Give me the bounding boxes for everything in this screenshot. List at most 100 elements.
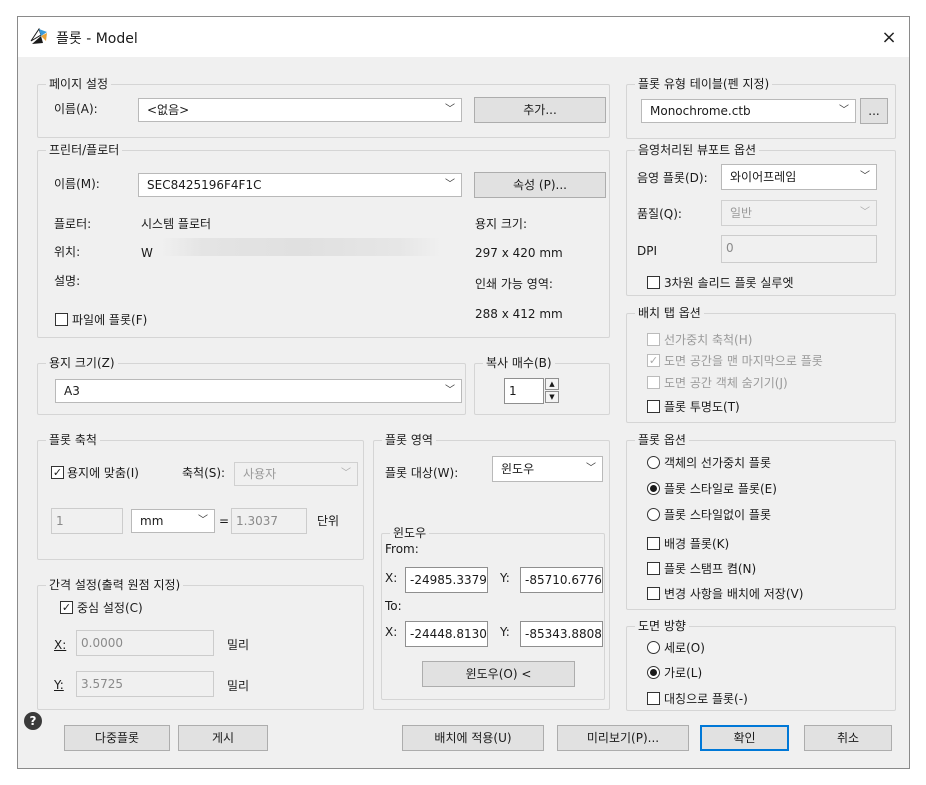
background-plot-checkbox[interactable] [647, 537, 660, 550]
scale-num-input[interactable]: 1 [51, 508, 123, 534]
printer-properties-button[interactable]: 속성 (P)... [474, 172, 606, 198]
shade-plot-value: 와이어프레임 [730, 170, 797, 184]
plot-style-table-select[interactable]: Monochrome.ctb ﹀ [641, 99, 856, 123]
cancel-button[interactable]: 취소 [804, 725, 892, 751]
paper-size-info-value: 297 x 420 mm [475, 246, 563, 260]
from-label: From: [385, 542, 419, 556]
ok-button[interactable]: 확인 [700, 725, 789, 751]
save-changes-checkbox[interactable] [647, 587, 660, 600]
portrait-label: 세로(O) [664, 641, 705, 655]
plot-style-edit-button[interactable]: ... [860, 98, 888, 124]
to-x-input[interactable]: -24448.8130 [405, 621, 488, 647]
landscape-radio[interactable] [647, 666, 660, 679]
hide-paperspace-checkbox[interactable] [647, 376, 660, 389]
copies-down-arrow-icon[interactable]: ▼ [545, 391, 559, 403]
scale-unit-select[interactable]: mm ﹀ [131, 509, 215, 533]
publish-button[interactable]: 게시 [178, 725, 268, 751]
transparency-checkbox[interactable] [647, 400, 660, 413]
preview-button[interactable]: 미리보기(P)... [557, 725, 689, 751]
page-setup-name-label: 이름(A): [54, 102, 98, 116]
printer-name-value: SEC8425196F4F1C [147, 178, 262, 192]
scale-denom-input[interactable]: 1.3037 [231, 508, 307, 534]
orientation-title: 도면 방향 [635, 619, 689, 633]
paper-size-info-label: 용지 크기: [475, 217, 528, 231]
lineweights-radio[interactable] [647, 456, 660, 469]
page-setup-add-button[interactable]: 추가... [474, 97, 606, 123]
silhouette-checkbox[interactable] [647, 276, 660, 289]
copies-input[interactable]: 1 [504, 378, 544, 404]
page-setup-title: 페이지 설정 [46, 77, 112, 91]
chevron-down-icon: ﹀ [860, 207, 870, 218]
printer-name-select[interactable]: SEC8425196F4F1C ﹀ [138, 173, 462, 197]
offset-y-label: Y: [54, 678, 64, 692]
multiplot-button[interactable]: 다중플롯 [64, 725, 170, 751]
paper-size-select[interactable]: A3 ﹀ [55, 379, 462, 403]
plot-options-title: 플롯 옵션 [635, 433, 689, 447]
window-title: 플롯 - Model [56, 31, 138, 47]
portrait-radio[interactable] [647, 641, 660, 654]
no-plot-styles-radio[interactable] [647, 508, 660, 521]
dpi-input[interactable]: 0 [721, 235, 877, 263]
redacted-location [161, 238, 441, 256]
app-icon [30, 27, 47, 44]
scale-select[interactable]: 사용자 ﹀ [234, 462, 358, 486]
hide-paperspace-label: 도면 공간 객체 숨기기(J) [664, 376, 788, 390]
printer-name-label: 이름(M): [54, 177, 100, 191]
quality-value: 일반 [730, 206, 753, 220]
page-setup-name-value: <없음> [147, 103, 190, 117]
offset-x-unit: 밀리 [227, 638, 250, 652]
to-y-input[interactable]: -85343.8808 [520, 621, 603, 647]
plot-stamp-label: 플롯 스탬프 켬(N) [664, 562, 757, 576]
plot-target-select[interactable]: 윈도우 ﹀ [492, 456, 603, 482]
shade-plot-select[interactable]: 와이어프레임 ﹀ [721, 164, 877, 190]
plotter-value: 시스템 플로터 [141, 217, 212, 231]
plot-stamp-checkbox[interactable] [647, 562, 660, 575]
plot-style-table-title: 플롯 유형 테이블(펜 지정) [635, 77, 773, 91]
offset-x-input[interactable]: 0.0000 [76, 630, 214, 656]
from-x-input[interactable]: -24985.3379 [405, 567, 488, 593]
plot-styles-label: 플롯 스타일로 플롯(E) [664, 482, 777, 496]
paperspace-last-label: 도면 공간을 맨 마지막으로 플롯 [664, 354, 823, 368]
shaded-viewport-title: 음영처리된 뷰포트 옵션 [635, 143, 760, 157]
fit-to-paper-checkbox[interactable]: ✓ [51, 466, 64, 479]
location-value: W [141, 246, 153, 260]
quality-select[interactable]: 일반 ﹀ [721, 200, 877, 226]
printer-title: 프린터/플로터 [46, 143, 123, 157]
chevron-down-icon: ﹀ [586, 463, 596, 474]
close-icon[interactable]: × [873, 21, 905, 53]
window-pick-button[interactable]: 윈도우(O) < [422, 661, 575, 687]
lineweights-label: 객체의 선가중치 플롯 [664, 456, 771, 470]
save-changes-label: 변경 사항을 배치에 저장(V) [664, 587, 804, 601]
to-label: To: [385, 599, 402, 613]
silhouette-label: 3차원 솔리드 플롯 실루엣 [664, 276, 794, 290]
paperspace-last-checkbox[interactable]: ✓ [647, 354, 660, 367]
apply-to-layout-button[interactable]: 배치에 적용(U) [402, 725, 544, 751]
plot-styles-radio[interactable] [647, 482, 660, 495]
shade-plot-label: 음영 플롯(D): [637, 171, 708, 185]
copies-up-arrow-icon[interactable]: ▲ [545, 378, 559, 390]
plot-to-file-checkbox[interactable] [55, 313, 68, 326]
center-plot-checkbox[interactable]: ✓ [60, 601, 73, 614]
scale-label: 축척(S): [182, 466, 226, 480]
offset-x-label: X: [54, 638, 67, 652]
lineweight-scale-checkbox[interactable] [647, 333, 660, 346]
chevron-down-icon: ﹀ [341, 468, 351, 479]
offset-y-input[interactable]: 3.5725 [76, 671, 214, 697]
plot-scale-title: 플롯 축척 [46, 433, 100, 447]
dpi-label: DPI [637, 244, 658, 258]
layout-tab-title: 배치 탭 옵션 [635, 306, 704, 320]
from-y-input[interactable]: -85710.6776 [520, 567, 603, 593]
chevron-down-icon: ﹀ [198, 515, 208, 526]
plot-to-file-label: 파일에 플롯(F) [72, 313, 148, 327]
scale-unit-label: 단위 [317, 514, 340, 528]
window-coords-title: 윈도우 [390, 526, 430, 540]
help-icon[interactable]: ? [24, 712, 42, 730]
transparency-label: 플롯 투명도(T) [664, 400, 740, 414]
offset-y-unit: 밀리 [227, 679, 250, 693]
copies-title: 복사 매수(B) [483, 356, 555, 370]
page-setup-name-select[interactable]: <없음> ﹀ [138, 98, 462, 122]
chevron-down-icon: ﹀ [860, 171, 870, 182]
upside-down-checkbox[interactable] [647, 692, 660, 705]
scale-equals: = [219, 514, 230, 528]
upside-down-label: 대칭으로 플롯(-) [664, 692, 748, 706]
